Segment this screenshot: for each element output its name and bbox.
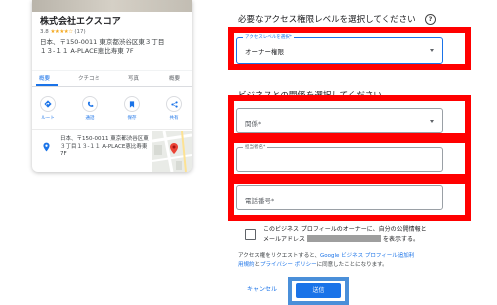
location-pin-icon bbox=[43, 137, 50, 156]
terms-link-part2[interactable]: 用規約 bbox=[238, 262, 255, 268]
terms-line-1: アクセス権をリクエストすると、Google ビジネス プロフィール追加利 bbox=[238, 252, 414, 261]
mini-map[interactable] bbox=[152, 131, 192, 172]
help-icon[interactable]: ? bbox=[425, 14, 436, 25]
card-divider bbox=[32, 129, 192, 130]
bookmark-icon bbox=[124, 96, 140, 112]
address-line-2: １３-１１ A-PLACE恵比寿東 7F bbox=[40, 47, 134, 55]
tab-about[interactable]: 概要 bbox=[169, 74, 180, 82]
consent-checkbox[interactable] bbox=[245, 229, 256, 240]
access-level-value: オーナー権限 bbox=[245, 48, 284, 56]
save-label: 保存 bbox=[127, 116, 137, 121]
relationship-placeholder: 関係* bbox=[245, 120, 262, 128]
share-icon bbox=[166, 96, 182, 112]
rating-stars: ★★★★☆ bbox=[50, 29, 74, 35]
call-label: 通話 bbox=[85, 116, 95, 121]
contact-name-field[interactable] bbox=[236, 147, 443, 172]
submit-button[interactable]: 送信 bbox=[296, 283, 341, 298]
consent-line-2-suffix: を表示する。 bbox=[383, 235, 420, 243]
share-label: 共有 bbox=[169, 116, 179, 121]
consent-text: このビジネス プロフィールのオーナーに、自分の公開情報と メールアドレス を表示す… bbox=[263, 225, 427, 244]
directions-icon bbox=[40, 96, 56, 112]
directions-button[interactable]: ルート bbox=[33, 96, 63, 121]
business-name: 株式会社エクスコア bbox=[40, 17, 121, 27]
phone-number-placeholder: 電話番号* bbox=[245, 197, 275, 205]
chevron-down-icon bbox=[430, 120, 434, 123]
redacted-email bbox=[307, 234, 382, 242]
business-photo bbox=[32, 0, 192, 12]
tab-reviews[interactable]: クチコミ bbox=[78, 74, 100, 82]
access-level-floating-label: アクセスレベルを選択* bbox=[243, 34, 295, 40]
terms-line-2: 用規約とプライバシー ポリシーに同意したことになります。 bbox=[238, 261, 414, 270]
terms-link-part1[interactable]: Google ビジネス プロフィール追加利 bbox=[320, 253, 414, 259]
detail-address: 日本、〒150-0011 東京都渋谷区東３丁目１３-１１ A-PLACE恵比寿東… bbox=[60, 136, 149, 157]
review-count[interactable]: (17) bbox=[74, 29, 85, 35]
directions-label: ルート bbox=[41, 116, 55, 121]
tab-photos[interactable]: 写真 bbox=[128, 74, 139, 82]
phone-icon bbox=[82, 96, 98, 112]
share-button[interactable]: 共有 bbox=[159, 96, 189, 121]
cancel-button[interactable]: キャンセル bbox=[247, 284, 277, 293]
terms-intro: アクセス権をリクエストすると、 bbox=[238, 253, 321, 259]
access-level-heading: 必要なアクセス権限レベルを選択してください bbox=[238, 15, 416, 25]
rating-value: 3.8 bbox=[40, 29, 49, 35]
business-address: 日本、〒150-0011 東京都渋谷区東３丁目 １３-１１ A-PLACE恵比寿… bbox=[40, 38, 188, 56]
contact-name-floating-label: 担当者名* bbox=[243, 144, 268, 150]
relationship-select[interactable] bbox=[236, 108, 443, 133]
save-button[interactable]: 保存 bbox=[117, 96, 147, 121]
terms-agree-suffix: に同意したことになります。 bbox=[316, 262, 388, 268]
terms-notice: アクセス権をリクエストすると、Google ビジネス プロフィール追加利 用規約… bbox=[238, 252, 414, 270]
rating-row: 3.8 ★★★★☆ (17) bbox=[40, 29, 86, 35]
active-tab-indicator bbox=[36, 84, 58, 86]
tab-overview[interactable]: 概要 bbox=[39, 74, 50, 82]
consent-line-2: メールアドレス を表示する。 bbox=[263, 234, 427, 245]
chevron-down-icon bbox=[430, 49, 434, 52]
consent-line-1: このビジネス プロフィールのオーナーに、自分の公開情報と bbox=[263, 226, 427, 233]
profile-tabs: 概要 クチコミ 写真 概要 bbox=[32, 70, 192, 87]
address-line-1: 日本、〒150-0011 東京都渋谷区東３丁目 bbox=[40, 38, 165, 46]
privacy-policy-link[interactable]: プライバシー ポリシー bbox=[260, 262, 317, 268]
call-button[interactable]: 通話 bbox=[75, 96, 105, 121]
business-profile-card: 株式会社エクスコア 3.8 ★★★★☆ (17) 日本、〒150-0011 東京… bbox=[32, 0, 192, 172]
consent-email-label: メールアドレス bbox=[263, 235, 306, 243]
